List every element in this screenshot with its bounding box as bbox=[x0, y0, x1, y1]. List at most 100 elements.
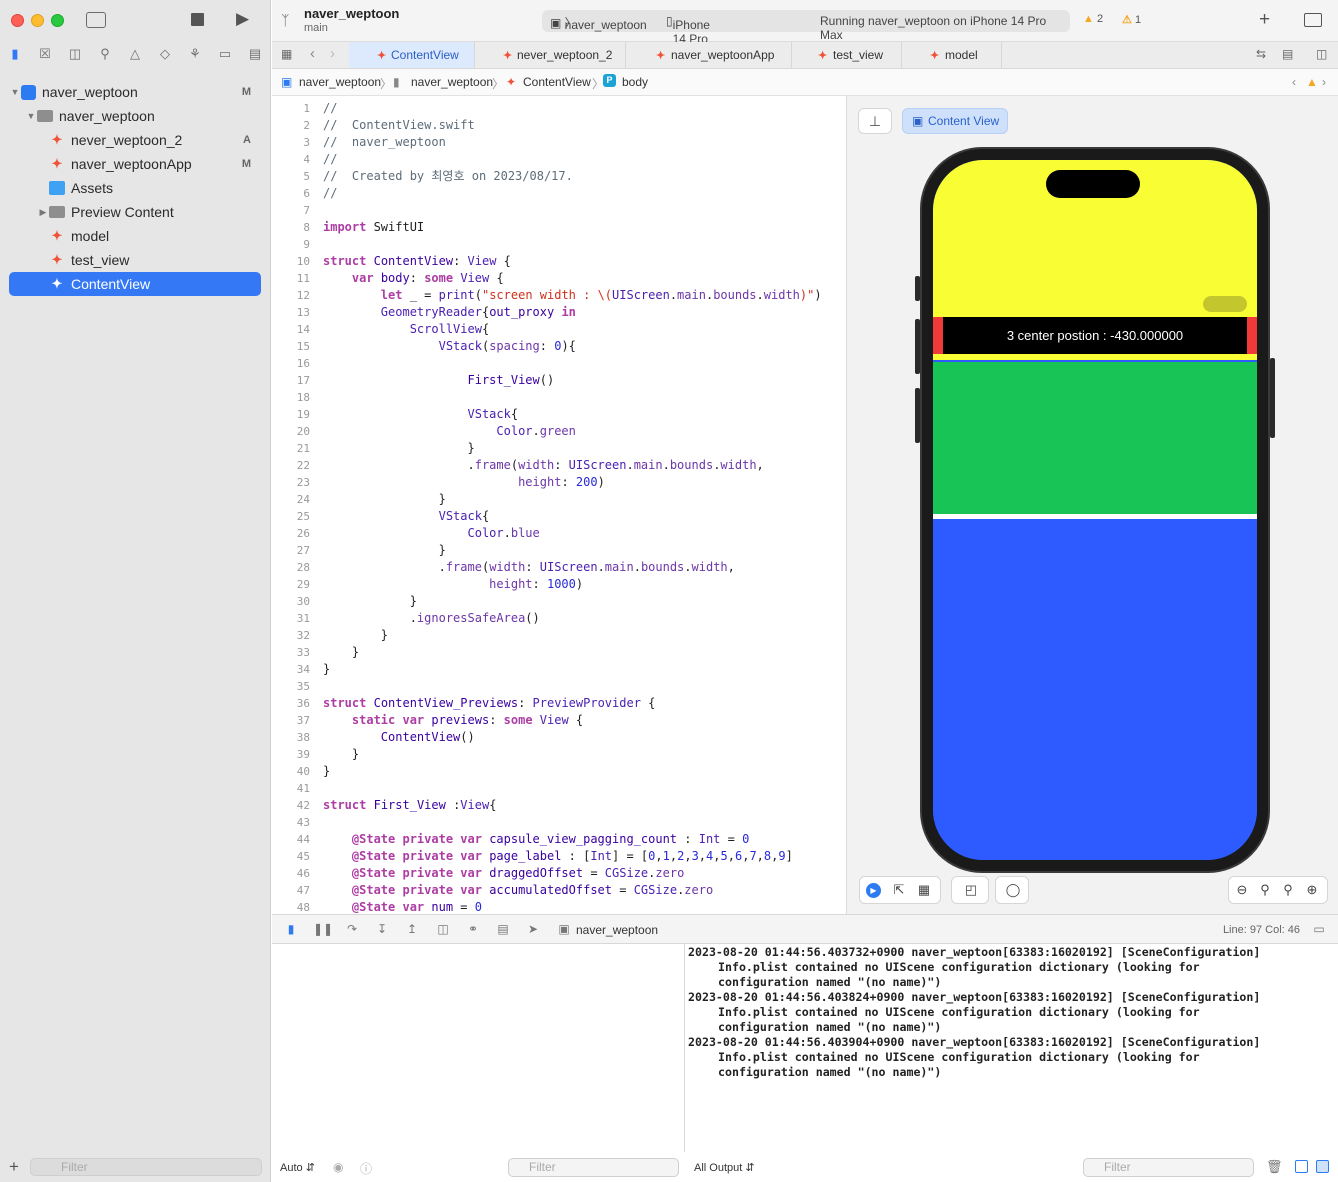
add-library-icon[interactable]: + bbox=[1259, 9, 1270, 31]
breadcrumb-symbol[interactable]: body bbox=[622, 75, 648, 89]
preview-selector-button[interactable]: ▣ Content View bbox=[902, 108, 1008, 134]
sidebar-item-naver-weptoonapp[interactable]: ✦ naver_weptoonApp M bbox=[9, 152, 261, 176]
close-window-button[interactable] bbox=[11, 14, 24, 27]
add-icon[interactable]: + bbox=[9, 1157, 19, 1177]
location-icon[interactable]: ➤ bbox=[524, 922, 542, 936]
inspector-toggle-icon[interactable] bbox=[1304, 13, 1322, 27]
eye-icon[interactable]: ◉ bbox=[333, 1160, 343, 1174]
view-hierarchy-icon[interactable]: ◫ bbox=[434, 922, 452, 936]
disclosure-open-icon[interactable]: ▼ bbox=[9, 87, 21, 97]
breadcrumb-project[interactable]: naver_weptoon bbox=[299, 75, 381, 89]
variables-filter-input[interactable]: Filter bbox=[508, 1158, 679, 1177]
tab-naver-weptoonapp[interactable]: ✦ naver_weptoonApp bbox=[626, 42, 792, 68]
zoom-to-fit-icon[interactable]: ⚲ bbox=[1256, 882, 1274, 898]
grid-icon[interactable]: ▦ bbox=[281, 47, 292, 61]
breadcrumb-folder[interactable]: naver_weptoon bbox=[411, 75, 493, 89]
breakpoints-toggle-icon[interactable]: ▮ bbox=[282, 922, 300, 936]
info-icon[interactable]: ⓘ bbox=[360, 1160, 372, 1177]
device-settings-icon[interactable]: ◰ bbox=[962, 882, 980, 898]
sidebar-item-model[interactable]: ✦ model bbox=[9, 224, 261, 248]
source-editor[interactable]: 1 2 3 4 5 6 7 8 9 10 11 12 13 14 15 16 17 18 19 20 21 22 23 24 2… bbox=[272, 96, 845, 914]
device-settings-control: ◰ bbox=[951, 876, 989, 904]
debug-target[interactable]: naver_weptoon bbox=[576, 923, 658, 937]
report-icon[interactable]: ▤ bbox=[246, 46, 264, 62]
step-over-icon[interactable]: ↷ bbox=[343, 922, 361, 936]
symbol-icon[interactable]: ◫ bbox=[66, 46, 84, 62]
swift-file-icon: ✦ bbox=[930, 49, 940, 62]
run-icon[interactable]: ▶ bbox=[236, 10, 249, 27]
auto-selector[interactable]: Auto ⇵ bbox=[280, 1161, 315, 1174]
debug-icon[interactable]: ⚘ bbox=[186, 46, 204, 62]
zoom-actual-icon[interactable]: ⚲ bbox=[1279, 882, 1297, 898]
sidebar-item-label: naver_weptoon bbox=[59, 108, 155, 124]
console-output[interactable]: 2023-08-20 01:44:56.403732+0900 naver_we… bbox=[686, 944, 1338, 1152]
disclosure-open-icon[interactable]: ▼ bbox=[25, 111, 37, 121]
log-line: configuration named "(no name)") bbox=[718, 1065, 942, 1079]
stop-icon[interactable] bbox=[191, 13, 204, 26]
variants-icon[interactable]: ▦ bbox=[915, 882, 933, 898]
zoom-out-icon[interactable]: ⊖ bbox=[1233, 882, 1251, 898]
zoom-in-icon[interactable]: ⊕ bbox=[1303, 882, 1321, 898]
device-selector[interactable]: ▯ iPhone 14 Pro Max bbox=[666, 14, 710, 60]
source-control-icon[interactable]: ☒ bbox=[36, 46, 54, 62]
tab-contentview[interactable]: ✦ ContentView bbox=[349, 42, 475, 68]
sidebar-item-label: Assets bbox=[71, 180, 114, 196]
scheme-status-bar[interactable]: ▣ naver_weptoon 〉 ▯ iPhone 14 Pro Max Ru… bbox=[542, 10, 1070, 60]
previous-issue-icon[interactable]: ‹ bbox=[1292, 75, 1296, 89]
sidebar-item-contentview[interactable]: ✦ ContentView bbox=[9, 272, 261, 296]
minimize-window-button[interactable] bbox=[31, 14, 44, 27]
editor-options-icon[interactable]: ▤ bbox=[1282, 47, 1293, 61]
split-editor-icon[interactable]: ◫ bbox=[1316, 47, 1327, 61]
variables-view[interactable] bbox=[272, 944, 685, 1182]
filter-placeholder: Filter bbox=[529, 1160, 556, 1174]
sidebar-item-assets[interactable]: Assets bbox=[9, 176, 261, 200]
console-toggle-icon[interactable] bbox=[1316, 1160, 1329, 1173]
tab-test-view[interactable]: ✦ test_view bbox=[792, 42, 902, 68]
trash-icon[interactable]: 🗑 bbox=[1266, 1159, 1283, 1175]
live-preview-icon[interactable]: ▶ bbox=[866, 883, 881, 898]
tab-model[interactable]: ✦ model bbox=[902, 42, 1002, 68]
sidebar-item-group[interactable]: ▼ naver_weptoon bbox=[9, 104, 261, 128]
hide-debug-area-icon[interactable]: ▭ bbox=[1310, 922, 1328, 936]
issues-badge[interactable]: ⚠ 1 bbox=[1122, 13, 1141, 26]
search-icon[interactable]: ⚲ bbox=[96, 46, 114, 62]
selectable-mode-icon[interactable]: ⇱ bbox=[890, 882, 908, 898]
memory-graph-icon[interactable]: ⚭ bbox=[464, 922, 482, 936]
device-screen[interactable]: 3 center postion : -430.000000 bbox=[933, 160, 1257, 860]
next-issue-icon[interactable]: › bbox=[1322, 75, 1326, 89]
sidebar-item-preview-content[interactable]: ▶ Preview Content bbox=[9, 200, 261, 224]
pause-icon[interactable]: ❚❚ bbox=[313, 922, 333, 936]
pin-preview-button[interactable]: ⊥ bbox=[858, 108, 892, 134]
sidebar-item-never-weptoon-2[interactable]: ✦ never_weptoon_2 A bbox=[9, 128, 261, 152]
navigator-filter-input[interactable]: Filter bbox=[30, 1158, 262, 1176]
project-title[interactable]: naver_weptoon bbox=[304, 6, 399, 21]
zoom-window-button[interactable] bbox=[51, 14, 64, 27]
breakpoint-icon[interactable]: ▭ bbox=[216, 46, 234, 62]
issue-icon[interactable]: △ bbox=[126, 46, 144, 62]
scheme-selector[interactable]: ▣ naver_weptoon 〉 bbox=[550, 14, 647, 32]
refresh-icon[interactable]: ⇆ bbox=[1256, 47, 1266, 61]
forward-icon[interactable]: › bbox=[330, 45, 335, 62]
console-filter-input[interactable]: Filter bbox=[1083, 1158, 1254, 1177]
output-selector[interactable]: All Output ⇵ bbox=[694, 1161, 755, 1174]
warning-icon[interactable]: ▲ bbox=[1306, 75, 1318, 89]
test-icon[interactable]: ◇ bbox=[156, 46, 174, 62]
disclosure-closed-icon[interactable]: ▶ bbox=[37, 207, 49, 218]
log-head: 2023-08-20 01:44:56.403824+0900 naver_we… bbox=[688, 990, 1261, 1004]
sidebar-item-project[interactable]: ▼ naver_weptoon M bbox=[9, 80, 261, 104]
warnings-badge[interactable]: ▲ 2 bbox=[1083, 13, 1103, 25]
step-out-icon[interactable]: ↥ bbox=[403, 922, 421, 936]
code-text[interactable]: // // ContentView.swift // naver_weptoon… bbox=[323, 100, 822, 914]
sidebar-item-test-view[interactable]: ✦ test_view bbox=[9, 248, 261, 272]
breadcrumb-file[interactable]: ContentView bbox=[523, 75, 591, 89]
sidebar-toggle-icon[interactable] bbox=[86, 12, 106, 28]
folder-icon: ▮ bbox=[393, 75, 400, 89]
tab-never-weptoon-2[interactable]: ✦ never_weptoon_2 bbox=[475, 42, 626, 68]
step-into-icon[interactable]: ↧ bbox=[373, 922, 391, 936]
device-icon[interactable]: ◯ bbox=[1004, 882, 1022, 898]
back-icon[interactable]: ‹ bbox=[310, 45, 315, 62]
folder-icon[interactable]: ▮ bbox=[6, 46, 24, 62]
variables-toggle-icon[interactable] bbox=[1295, 1160, 1308, 1173]
chevron-right-icon: 〉 bbox=[492, 77, 505, 91]
environment-overrides-icon[interactable]: ▤ bbox=[494, 922, 512, 936]
